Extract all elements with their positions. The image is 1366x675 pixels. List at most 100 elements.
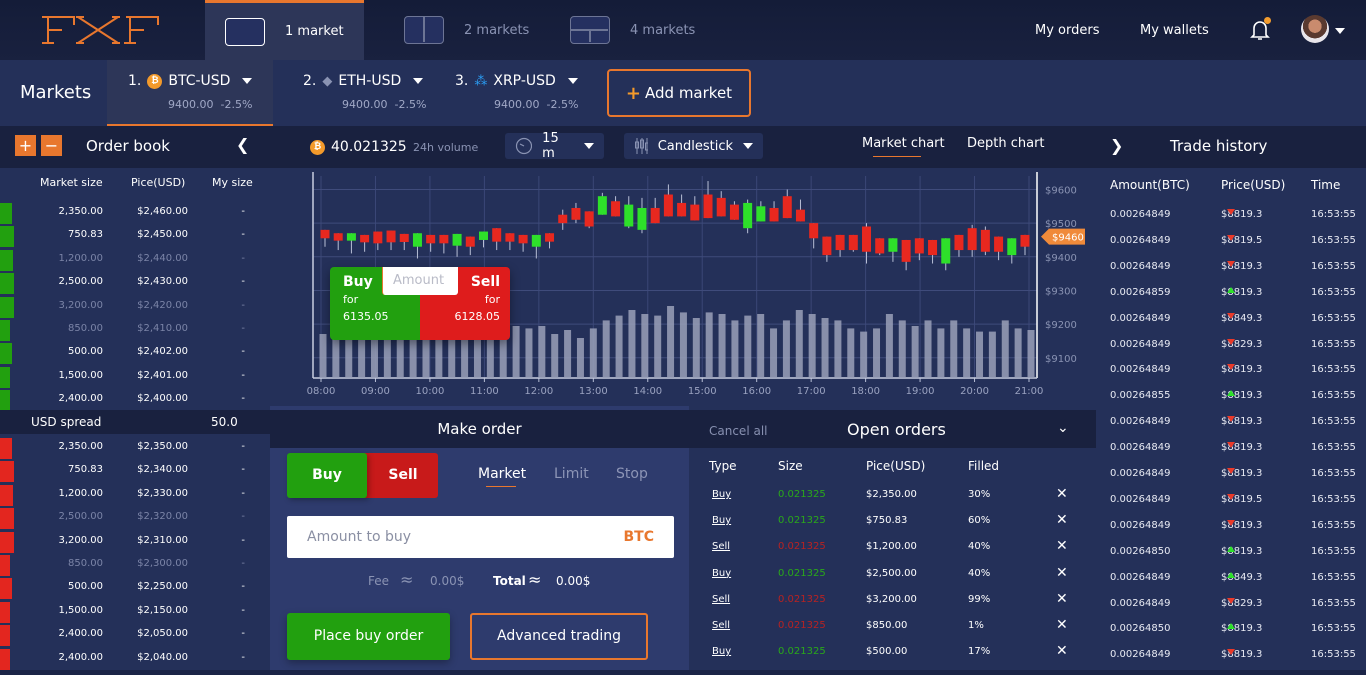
advanced-trading-button[interactable]: Advanced trading <box>470 613 648 660</box>
amount-to-buy-input[interactable]: Amount to buy BTC <box>287 516 674 558</box>
close-icon[interactable]: ✕ <box>1056 617 1068 633</box>
order-type-link[interactable]: Buy <box>712 646 731 657</box>
bid-row[interactable]: 750.83 $2,340.00 - <box>0 459 270 483</box>
close-icon[interactable]: ✕ <box>1056 538 1068 554</box>
volume-bar <box>370 336 378 378</box>
close-icon[interactable]: ✕ <box>1056 591 1068 607</box>
chevron-down-icon[interactable] <box>242 78 253 84</box>
candle-down <box>505 233 515 242</box>
layout-4-markets[interactable]: 4 markets <box>570 0 695 60</box>
order-type-link[interactable]: Buy <box>712 515 731 526</box>
close-icon[interactable]: ✕ <box>1056 486 1068 502</box>
bid-row[interactable]: 2,400.00 $2,040.00 - <box>0 647 270 670</box>
volume-bar <box>808 314 816 378</box>
trade-amount: 0.00264849 <box>1110 597 1171 609</box>
candle-down <box>333 233 343 241</box>
order-filled: 40% <box>968 567 991 579</box>
tab-depth-chart[interactable]: Depth chart <box>967 136 1045 151</box>
bid-row[interactable]: 2,350.00 $2,350.00 - <box>0 436 270 459</box>
buy-toggle[interactable]: Buy <box>287 453 367 498</box>
quick-amount-input[interactable]: Amount <box>382 267 458 295</box>
ask-row[interactable]: 750.83 $2,450.00 - <box>0 224 270 248</box>
chevron-down-icon[interactable]: ⌄ <box>1057 420 1069 436</box>
trade-row: 0.00264855 $8819.3 16:53:55 <box>1096 390 1366 416</box>
bid-row[interactable]: 500.00 $2,250.00 - <box>0 576 270 600</box>
market-tab-eth[interactable]: 2. ◆ ETH-USD 9400.00 -2.5% <box>283 60 433 126</box>
chevron-down-icon[interactable] <box>1335 28 1345 34</box>
volume-bar <box>602 320 610 378</box>
bid-row[interactable]: 850.00 $2,300.00 - <box>0 553 270 576</box>
make-order-title: Make order <box>270 410 689 448</box>
ask-row[interactable]: 3,200.00 $2,420.00 - <box>0 295 270 318</box>
candle-down <box>558 214 568 224</box>
ask-row[interactable]: 1,500.00 $2,401.00 - <box>0 365 270 388</box>
bid-row[interactable]: 2,400.00 $2,050.00 - <box>0 623 270 647</box>
tab-market-chart[interactable]: Market chart <box>862 136 945 157</box>
close-icon[interactable]: ✕ <box>1056 512 1068 528</box>
trade-amount: 0.00264849 <box>1110 364 1171 376</box>
chevron-down-icon[interactable] <box>567 78 578 84</box>
order-type-stop[interactable]: Stop <box>616 466 648 482</box>
close-icon[interactable]: ✕ <box>1056 565 1068 581</box>
nav-my-wallets[interactable]: My wallets <box>1140 0 1209 60</box>
col-filled: Filled <box>968 459 1000 473</box>
place-buy-order-button[interactable]: Place buy order <box>287 613 450 660</box>
order-type-market[interactable]: Market <box>478 466 526 482</box>
order-type-link[interactable]: Sell <box>712 541 730 552</box>
x-tick-label: 14:00 <box>633 386 662 397</box>
trade-row: 0.00264849 $8819.5 16:53:55 <box>1096 234 1366 261</box>
layout-1-market[interactable]: 1 market <box>205 0 364 60</box>
ask-row[interactable]: 850.00 $2,410.00 - <box>0 318 270 341</box>
add-market-button[interactable]: + Add market <box>607 69 751 117</box>
open-order-row: Buy 0.021325 $750.83 60% ✕ <box>689 512 1096 541</box>
order-type-link[interactable]: Buy <box>712 568 731 579</box>
market-size: 1,200.00 <box>58 487 103 499</box>
ask-row[interactable]: 2,400.00 $2,400.00 - <box>0 388 270 412</box>
exf-logo[interactable] <box>38 13 162 47</box>
trade-row: 0.00264849 $8819.3 16:53:55 <box>1096 468 1366 494</box>
ask-row[interactable]: 1,200.00 $2,440.00 - <box>0 248 270 271</box>
split-pane-icon <box>404 16 444 44</box>
chart-type-dropdown[interactable]: Candlestick <box>624 133 763 159</box>
candle-down <box>320 229 330 239</box>
volume-bar <box>409 338 417 378</box>
ask-row[interactable]: 2,350.00 $2,460.00 - <box>0 201 270 224</box>
bid-row[interactable]: 1,500.00 $2,150.00 - <box>0 600 270 623</box>
order-size: 0.021325 <box>778 541 826 553</box>
volume-bar <box>525 328 533 378</box>
order-type-link[interactable]: Sell <box>712 594 730 605</box>
market-tab-xrp[interactable]: 3. ⁂ XRP-USD 9400.00 -2.5% <box>435 60 595 126</box>
order-type-link[interactable]: Buy <box>712 489 731 500</box>
close-icon[interactable]: ✕ <box>1056 643 1068 659</box>
candle-down <box>690 204 700 221</box>
zoom-in-button[interactable]: + <box>15 135 36 156</box>
market-tab-btc[interactable]: 1. ₿ BTC-USD 9400.00 -2.5% <box>107 60 273 126</box>
volume-bar <box>873 328 881 378</box>
volume-label: 24h volume <box>413 141 479 154</box>
sell-toggle[interactable]: Sell <box>360 453 438 498</box>
cancel-all-button[interactable]: Cancel all <box>709 424 768 438</box>
price: $2,040.00 <box>137 651 188 663</box>
open-orders-panel: Cancel all Open orders ⌄ Type Size Pice(… <box>689 406 1096 670</box>
bid-row[interactable]: 3,200.00 $2,310.00 - <box>0 530 270 553</box>
trade-amount: 0.00264850 <box>1110 545 1171 557</box>
bid-row[interactable]: 1,200.00 $2,330.00 - <box>0 483 270 506</box>
order-type-limit[interactable]: Limit <box>554 466 589 482</box>
chevron-down-icon[interactable] <box>413 78 424 84</box>
interval-dropdown[interactable]: 15 m <box>505 131 604 161</box>
ask-row[interactable]: 500.00 $2,402.00 - <box>0 341 270 365</box>
avatar[interactable] <box>1301 15 1329 43</box>
ask-row[interactable]: 2,500.00 $2,430.00 - <box>0 271 270 295</box>
zoom-out-button[interactable]: − <box>41 135 62 156</box>
order-type-link[interactable]: Sell <box>712 620 730 631</box>
trade-row: 0.00264849 $8819.3 16:53:55 <box>1096 649 1366 675</box>
candle-down <box>703 194 713 219</box>
chevron-left-icon[interactable]: ❮ <box>236 135 249 154</box>
chevron-right-icon[interactable]: ❯ <box>1110 136 1123 155</box>
nav-my-orders[interactable]: My orders <box>1035 0 1099 60</box>
trade-row: 0.00264849 $8849.3 16:53:55 <box>1096 312 1366 339</box>
volume-bar <box>731 320 739 378</box>
candle-up <box>743 202 753 229</box>
layout-2-markets[interactable]: 2 markets <box>404 0 529 60</box>
bid-row[interactable]: 2,500.00 $2,320.00 - <box>0 506 270 530</box>
